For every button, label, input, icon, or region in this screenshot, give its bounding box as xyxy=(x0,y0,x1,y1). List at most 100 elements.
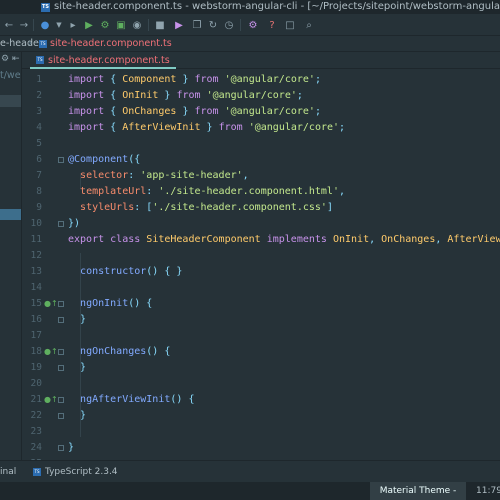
project-panel: ⚙ ⇤ t/web xyxy=(0,52,22,460)
code-line[interactable]: selector: 'app-site-header', xyxy=(68,170,249,181)
fold-marker-icon[interactable] xyxy=(58,349,64,355)
code-token: ngOnChanges xyxy=(80,346,147,357)
status-area: inal TS TypeScript 2.3.4 Material Theme … xyxy=(0,460,500,500)
forward-arrow-icon[interactable]: → xyxy=(17,18,31,32)
code-line[interactable]: import { OnChanges } from '@angular/core… xyxy=(68,106,321,117)
line-number: 4 xyxy=(36,122,42,133)
code-token: { xyxy=(164,346,171,357)
breadcrumb-folder[interactable]: e-header xyxy=(0,36,43,52)
code-token: ({ xyxy=(128,154,141,165)
code-line[interactable]: @Component({ xyxy=(68,154,140,165)
code-token: { xyxy=(146,298,153,309)
typescript-version[interactable]: TypeScript 2.3.4 xyxy=(45,461,118,483)
back-arrow-icon[interactable]: ← xyxy=(2,18,16,32)
code-token: @Component xyxy=(68,154,129,165)
typescript-file-icon: TS xyxy=(36,56,44,64)
code-line[interactable]: templateUrl: './site-header.component.ht… xyxy=(68,186,345,197)
sdk-icon[interactable]: ▶ xyxy=(172,18,186,32)
debug-icon[interactable]: ⚙ xyxy=(98,18,112,32)
line-number: 8 xyxy=(36,186,42,197)
line-number: 15 xyxy=(30,298,42,309)
code-line[interactable]: export class SiteHeaderComponent impleme… xyxy=(68,234,500,245)
project-panel-header: ⚙ ⇤ xyxy=(0,52,21,68)
code-token: './site-header.component.html' xyxy=(158,186,339,197)
line-number: 10 xyxy=(30,218,42,229)
code-token: Component xyxy=(122,74,177,85)
implements-marker-icon[interactable]: ●↑ xyxy=(44,395,58,404)
code-token: implements xyxy=(266,234,327,245)
fold-marker-icon[interactable] xyxy=(58,301,64,307)
code-token: import xyxy=(68,90,105,101)
code-line[interactable]: } xyxy=(68,442,74,453)
code-line[interactable]: } xyxy=(68,314,86,325)
code-token: class xyxy=(110,234,141,245)
code-token: { xyxy=(188,394,195,405)
fold-marker-icon[interactable] xyxy=(58,445,64,451)
help-icon[interactable]: ? xyxy=(265,18,279,32)
search-icon[interactable]: ⌕ xyxy=(302,18,316,32)
fold-marker-icon[interactable] xyxy=(58,413,64,419)
run-icon[interactable]: ▶ xyxy=(82,18,96,32)
code-token: from xyxy=(194,106,219,117)
run-config-icon[interactable]: ▸ xyxy=(66,18,80,32)
coverage-icon[interactable]: ▣ xyxy=(114,18,128,32)
collapse-icon[interactable]: ⇤ xyxy=(12,54,20,64)
fold-marker-icon[interactable] xyxy=(58,397,64,403)
code-token: ; xyxy=(314,74,321,85)
code-line[interactable]: } xyxy=(68,410,86,421)
ts-component-icon[interactable]: ● xyxy=(38,18,52,32)
code-line[interactable]: ngOnInit() { xyxy=(68,298,152,309)
line-gutter: 1 2 3 4 5 6 7 8 9 10 11 12 13 14 15 ●↑ 16 17 18 ●↑ 19 20 21 ●↑ 2… xyxy=(22,69,64,460)
dropdown-icon[interactable]: ▼ xyxy=(52,18,66,32)
implements-marker-icon[interactable]: ●↑ xyxy=(44,299,58,308)
code-token: , xyxy=(338,186,345,197)
code-line[interactable]: import { Component } from '@angular/core… xyxy=(68,74,321,85)
code-token: () xyxy=(146,346,159,357)
code-token: './site-header.component.css' xyxy=(152,202,327,213)
fold-marker-icon[interactable] xyxy=(58,157,64,163)
implements-marker-icon[interactable]: ●↑ xyxy=(44,347,58,356)
code-line[interactable]: }) xyxy=(68,218,80,229)
version-control-icon[interactable]: □ xyxy=(283,18,297,32)
code-token: OnChanges xyxy=(122,106,177,117)
settings-icon[interactable]: ⚙ xyxy=(246,18,260,32)
code-token: OnInit xyxy=(332,234,370,245)
theme-indicator[interactable]: Material Theme - Default xyxy=(370,482,466,500)
code-token: } xyxy=(68,442,75,453)
breadcrumb-file[interactable]: site-header.component.ts xyxy=(50,36,172,52)
code-editor[interactable]: 1 2 3 4 5 6 7 8 9 10 11 12 13 14 15 ●↑ 16 17 18 ●↑ 19 20 21 ●↑ 2… xyxy=(22,69,500,460)
code-line[interactable]: styleUrls: ['./site-header.component.css… xyxy=(68,202,333,213)
terminal-tab[interactable]: inal xyxy=(0,461,16,483)
cursor-position[interactable]: 11:79 xyxy=(476,482,500,500)
code-token: 'app-site-header' xyxy=(140,170,243,181)
tree-row[interactable] xyxy=(0,95,21,107)
line-number: 22 xyxy=(30,410,42,421)
tab-site-header-component[interactable]: TS site-header.component.ts xyxy=(30,52,176,69)
line-number: 18 xyxy=(30,346,42,357)
code-line[interactable]: } xyxy=(68,362,86,373)
breadcrumb-separator-icon: › xyxy=(28,38,32,49)
code-line[interactable]: import { OnInit } from '@angular/core'; xyxy=(68,90,303,101)
code-token: '@angular/core' xyxy=(224,74,315,85)
code-line[interactable]: constructor() { } xyxy=(68,266,182,277)
code-line[interactable]: import { AfterViewInit } from '@angular/… xyxy=(68,122,345,133)
tree-row-selected[interactable] xyxy=(0,209,21,220)
typescript-file-icon: TS xyxy=(39,40,47,48)
stop-icon[interactable]: ■ xyxy=(153,18,167,32)
code-area[interactable]: import { Component } from '@angular/core… xyxy=(68,69,500,460)
fold-marker-icon[interactable] xyxy=(58,221,64,227)
code-line[interactable]: ngAfterViewInit() { xyxy=(68,394,194,405)
history-icon[interactable]: ◷ xyxy=(222,18,236,32)
profile-icon[interactable]: ◉ xyxy=(130,18,144,32)
settings-icon[interactable]: ⚙ xyxy=(1,54,9,64)
copy-icon[interactable]: ❐ xyxy=(190,18,204,32)
update-icon[interactable]: ↻ xyxy=(206,18,220,32)
code-token: () xyxy=(146,266,159,277)
code-line[interactable]: ngOnChanges() { xyxy=(68,346,170,357)
code-token: }) xyxy=(68,218,81,229)
fold-marker-icon[interactable] xyxy=(58,317,64,323)
code-token: AfterViewInit xyxy=(447,234,500,245)
fold-marker-icon[interactable] xyxy=(58,365,64,371)
main-toolbar: ← → ● ▼ ▸ ▶ ⚙ ▣ ◉ ■ ▶ ❐ ↻ ◷ ⚙ ? □ ⌕ xyxy=(0,14,500,36)
